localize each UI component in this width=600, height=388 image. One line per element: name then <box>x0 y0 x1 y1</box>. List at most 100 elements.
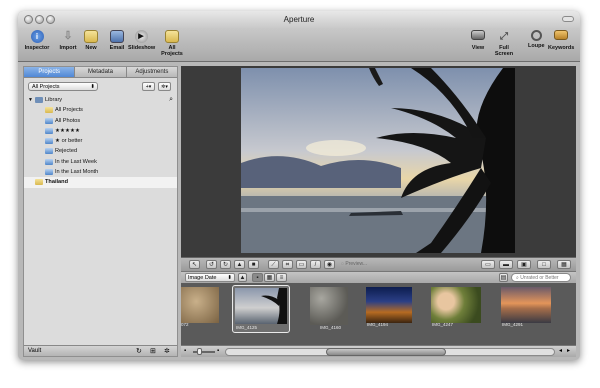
viewer-mode-button[interactable]: ▭ <box>481 260 495 269</box>
crop-tool-button[interactable]: ⌗ <box>282 260 293 269</box>
import-button[interactable]: ⇩ Import <box>58 30 78 51</box>
spot-patch-button[interactable]: ▭ <box>296 260 307 269</box>
tab-metadata[interactable]: Metadata <box>75 67 127 77</box>
zoom-button[interactable] <box>46 15 55 24</box>
sort-direction-button[interactable]: ▲ <box>238 273 247 282</box>
library-icon <box>35 97 43 103</box>
grid-icon: ▦ <box>266 275 273 281</box>
palm-thumbnail <box>261 288 287 324</box>
select-tool-button[interactable]: ↖ <box>189 260 200 269</box>
smart-album-icon <box>45 169 53 176</box>
scroll-thumb[interactable] <box>326 348 446 356</box>
sidebar-item-all-projects[interactable]: All Projects <box>24 105 177 115</box>
vault-info-icon[interactable]: ⊞ <box>150 346 156 357</box>
multi-view-button[interactable]: ▦ <box>557 260 571 269</box>
preview-label: Preview... <box>345 261 368 267</box>
project-filter-value: All Projects <box>32 84 60 90</box>
grid-view-button[interactable]: ▦ <box>264 273 275 282</box>
sidebar-item-label: All Photos <box>55 117 81 124</box>
sidebar-item-label: ★ or better <box>55 138 83 145</box>
sidebar-item-last-month[interactable]: In the Last Month <box>24 167 177 177</box>
sidebar-item-thailand[interactable]: Thailand <box>24 177 177 188</box>
thumbnail[interactable]: IMG_4291 <box>499 285 551 329</box>
library-label: Library <box>45 97 63 103</box>
tab-adjustments[interactable]: Adjustments <box>127 67 177 77</box>
project-filter-select[interactable]: All Projects ⬍ <box>28 82 98 91</box>
browser-icon: ▬ <box>503 262 509 268</box>
email-label: Email <box>109 45 125 51</box>
library-row[interactable]: ▼ Library ⌕ <box>24 95 177 105</box>
filmstrip-view-button[interactable]: ▪ <box>252 273 263 282</box>
close-button[interactable] <box>24 15 33 24</box>
sidebar-item-five-stars[interactable]: ★★★★★ <box>24 126 177 136</box>
search-field[interactable]: ⌕ Unrated or Better <box>511 273 571 282</box>
keywords-button[interactable]: Keywords <box>548 30 574 51</box>
rotate-left-button[interactable]: ↺ <box>206 260 217 269</box>
aperture-window: Aperture i Inspector ⇩ Import New Email … <box>18 11 580 360</box>
email-button[interactable]: Email <box>109 30 125 51</box>
sidebar-item-last-week[interactable]: In the Last Week <box>24 157 177 167</box>
view-button[interactable]: View <box>470 30 486 51</box>
full-screen-button[interactable]: ⤢ Full Screen <box>490 30 518 57</box>
view-icon <box>471 30 485 40</box>
smart-album-icon <box>45 148 53 155</box>
straighten-tool-button[interactable]: ⟋ <box>268 260 279 269</box>
scroll-right-icon[interactable]: ▸ <box>567 347 570 354</box>
rotate-right-button[interactable]: ↻ <box>220 260 231 269</box>
toolbar-toggle-button[interactable] <box>562 16 574 22</box>
gear-icon[interactable]: ✲ <box>164 346 170 357</box>
stamp-tool-button[interactable]: ■ <box>248 260 259 269</box>
loupe-label: Loupe <box>528 43 545 49</box>
sidebar-item-label: In the Last Month <box>55 169 99 176</box>
straighten-icon: ⟋ <box>271 262 276 268</box>
viewer-control-bar: ↖ ↺ ↻ ▲ ■ ⟋ ⌗ ▭ / ◉ ◌ Preview... ▭ ▬ ▣ □… <box>181 257 576 271</box>
projects-icon <box>165 30 179 43</box>
browser-scrollbar[interactable]: ▪ ▪ ◂ ▸ <box>181 345 576 357</box>
thumbnail[interactable]: IMG_4160 <box>308 285 358 330</box>
tab-projects[interactable]: Projects <box>24 67 76 77</box>
new-button[interactable]: New <box>81 30 101 51</box>
keywords-toggle-button[interactable]: ▤ <box>499 273 508 282</box>
loupe-button[interactable]: Loupe <box>528 30 545 49</box>
sidebar-item-one-star-or-better[interactable]: ★ or better <box>24 136 177 146</box>
slider-knob[interactable] <box>197 348 202 355</box>
thumbnail[interactable]: IMG_4247 <box>429 285 481 329</box>
lift-tool-button[interactable]: ▲ <box>234 260 245 269</box>
sidebar-item-rejected[interactable]: Rejected <box>24 146 177 156</box>
sort-select[interactable]: Image Date ⬍ <box>185 273 235 282</box>
action-menu-button[interactable]: ✲▾ <box>158 82 171 91</box>
thumbnail-image <box>431 287 481 323</box>
new-icon <box>84 30 98 43</box>
thumbnail[interactable]: IMG_4194 <box>364 285 414 329</box>
main-photo[interactable] <box>241 68 515 253</box>
slideshow-button[interactable]: ▶ Slideshow <box>128 30 155 51</box>
viewer-only-button[interactable]: ▣ <box>517 260 531 269</box>
smart-album-icon <box>45 127 53 134</box>
sidebar-item-all-photos[interactable]: All Photos <box>24 116 177 126</box>
thumbnail-selected[interactable]: IMG_4125 <box>232 285 290 333</box>
search-icon[interactable]: ⌕ <box>169 95 173 105</box>
sidebar: Projects Metadata Adjustments All Projec… <box>23 66 178 357</box>
add-project-button[interactable]: +▾ <box>142 82 155 91</box>
scroll-left-icon[interactable]: ◂ <box>559 347 562 354</box>
inspector-button[interactable]: i Inspector <box>23 30 51 51</box>
brush-tool-button[interactable]: / <box>310 260 321 269</box>
stamp-icon: ■ <box>251 262 256 268</box>
filmstrip-icon: ▪ <box>256 275 259 281</box>
single-view-button[interactable]: □ <box>537 260 551 269</box>
zoom-large-icon: ▪ <box>217 348 220 354</box>
preview-toggle[interactable]: ◌ Preview... <box>341 261 367 267</box>
all-projects-button[interactable]: All Projects <box>157 30 187 57</box>
thumbnail[interactable]: 072 <box>181 285 231 329</box>
red-eye-button[interactable]: ◉ <box>324 260 335 269</box>
viewer-icon: ▣ <box>521 262 527 268</box>
thumbnail-label: IMG_4125 <box>236 325 258 330</box>
thumbnail-image <box>366 287 412 323</box>
show-browser-button[interactable]: ▬ <box>499 260 513 269</box>
disclosure-triangle-icon[interactable]: ▼ <box>28 95 33 105</box>
vault-footer: Vault ↻ ⊞ ✲ <box>24 345 177 356</box>
thumbnail-label: IMG_4247 <box>432 322 454 327</box>
minimize-button[interactable] <box>35 15 44 24</box>
refresh-icon[interactable]: ↻ <box>136 346 142 357</box>
list-view-button[interactable]: ≡ <box>276 273 287 282</box>
